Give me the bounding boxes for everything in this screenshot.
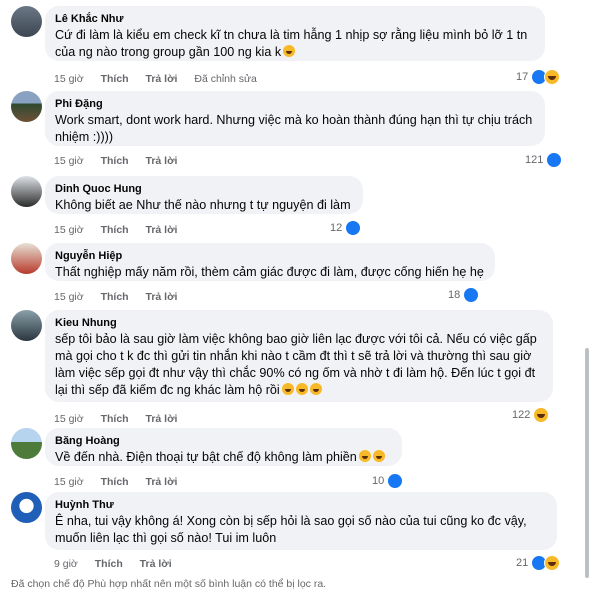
comment-time[interactable]: 15 giờ [54, 73, 84, 85]
like-button[interactable]: Thích [101, 224, 129, 236]
laughing-emoji-icon [309, 383, 322, 395]
comment-actions: 15 giờ Thích Trả lời [54, 475, 191, 489]
reaction-summary[interactable]: 21 [516, 555, 561, 571]
comment-actions: 15 giờ Thích Trả lời [54, 290, 191, 304]
reaction-count: 17 [516, 71, 529, 83]
comment-time[interactable]: 15 giờ [54, 413, 84, 425]
laughing-emoji-icon [283, 45, 296, 57]
comment-author[interactable]: Phi Đặng [55, 96, 535, 112]
comment-bubble: Dinh Quoc Hung Không biết ae Như thế nào… [45, 176, 363, 214]
laughing-emoji-icon [281, 383, 294, 395]
comment-time[interactable]: 15 giờ [54, 224, 84, 236]
avatar[interactable] [11, 176, 42, 207]
like-button[interactable]: Thích [101, 476, 129, 488]
filter-notice: Đã chọn chế độ Phù hợp nhất nên một số b… [11, 578, 327, 590]
comment-bubble: Huỳnh Thư Ê nha, tui vậy không á! Xong c… [45, 492, 557, 550]
reaction-summary[interactable]: 17 [516, 69, 561, 85]
comment-author[interactable]: Dinh Quoc Hung [55, 181, 353, 197]
comment-time[interactable]: 15 giờ [54, 476, 84, 488]
reaction-summary[interactable]: 10 [372, 473, 404, 489]
reaction-summary[interactable]: 12 [330, 220, 362, 236]
like-reaction-icon [546, 152, 563, 168]
comment-author[interactable]: Nguyễn Hiệp [55, 248, 485, 264]
comment-text: Thất nghiệp mấy năm rồi, thèm cảm giác đ… [55, 265, 484, 279]
reply-button[interactable]: Trả lời [146, 413, 178, 425]
avatar[interactable] [11, 428, 42, 459]
like-button[interactable]: Thích [101, 73, 129, 85]
comment-bubble: Phi Đặng Work smart, dont work hard. Như… [45, 91, 545, 146]
avatar[interactable] [11, 91, 42, 122]
reply-button[interactable]: Trả lời [146, 73, 178, 85]
reaction-summary[interactable]: 18 [448, 287, 480, 303]
comment-text: Không biết ae Như thế nào nhưng t tự ngu… [55, 198, 351, 212]
laughing-emoji-icon [295, 383, 308, 395]
comment-bubble: Băng Hoàng Về đến nhà. Điện thoại tự bật… [45, 428, 402, 466]
comment-bubble: Kieu Nhung sếp tôi bảo là sau giờ làm vi… [45, 310, 553, 402]
reply-button[interactable]: Trả lời [146, 155, 178, 167]
reaction-count: 18 [448, 289, 461, 301]
comment-text: Ê nha, tui vậy không á! Xong còn bị sếp … [55, 514, 527, 545]
reaction-count: 122 [512, 409, 531, 421]
edited-label: Đã chỉnh sửa [194, 73, 257, 85]
like-reaction-icon [387, 473, 404, 489]
comment-author[interactable]: Băng Hoàng [55, 433, 392, 449]
comment-actions: 15 giờ Thích Trả lời [54, 154, 191, 168]
haha-reaction-icon [533, 407, 550, 423]
comment-time[interactable]: 9 giờ [54, 558, 78, 570]
avatar[interactable] [11, 243, 42, 274]
comment-actions: 15 giờ Thích Trả lời [54, 412, 191, 426]
reaction-summary[interactable]: 121 [525, 152, 563, 168]
comment-bubble: Nguyễn Hiệp Thất nghiệp mấy năm rồi, thè… [45, 243, 495, 281]
comment-author[interactable]: Lê Khắc Như [55, 11, 535, 27]
like-button[interactable]: Thích [95, 558, 123, 570]
avatar[interactable] [11, 492, 42, 523]
haha-reaction-icon [544, 555, 561, 571]
reply-button[interactable]: Trả lời [146, 224, 178, 236]
comment-actions: 15 giờ Thích Trả lời Đã chỉnh sửa [54, 72, 271, 86]
laughing-emoji-icon [358, 450, 371, 462]
reply-button[interactable]: Trả lời [146, 291, 178, 303]
haha-reaction-icon [544, 69, 561, 85]
avatar[interactable] [11, 310, 42, 341]
comment-time[interactable]: 15 giờ [54, 155, 84, 167]
reaction-count: 21 [516, 557, 529, 569]
comment-actions: 15 giờ Thích Trả lời [54, 223, 191, 237]
avatar[interactable] [11, 6, 42, 37]
comment-time[interactable]: 15 giờ [54, 291, 84, 303]
like-button[interactable]: Thích [101, 413, 129, 425]
comment-actions: 9 giờ Thích Trả lời [54, 557, 186, 571]
like-reaction-icon [345, 220, 362, 236]
scrollbar[interactable] [584, 0, 590, 600]
like-reaction-icon [463, 287, 480, 303]
comment-text: Về đến nhà. Điện thoại tự bật chế độ khô… [55, 450, 357, 464]
comment-author[interactable]: Kieu Nhung [55, 315, 543, 331]
comment-author[interactable]: Huỳnh Thư [55, 497, 547, 513]
comment-text: Work smart, dont work hard. Nhưng việc m… [55, 113, 533, 144]
reply-button[interactable]: Trả lời [140, 558, 172, 570]
reaction-count: 121 [525, 154, 544, 166]
comment-bubble: Lê Khắc Như Cứ đi làm là kiểu em check k… [45, 6, 545, 61]
like-button[interactable]: Thích [101, 291, 129, 303]
reaction-count: 12 [330, 222, 343, 234]
reaction-summary[interactable]: 122 [512, 407, 550, 423]
laughing-emoji-icon [372, 450, 385, 462]
reply-button[interactable]: Trả lời [146, 476, 178, 488]
scrollbar-thumb[interactable] [585, 348, 589, 578]
reaction-count: 10 [372, 475, 385, 487]
like-button[interactable]: Thích [101, 155, 129, 167]
